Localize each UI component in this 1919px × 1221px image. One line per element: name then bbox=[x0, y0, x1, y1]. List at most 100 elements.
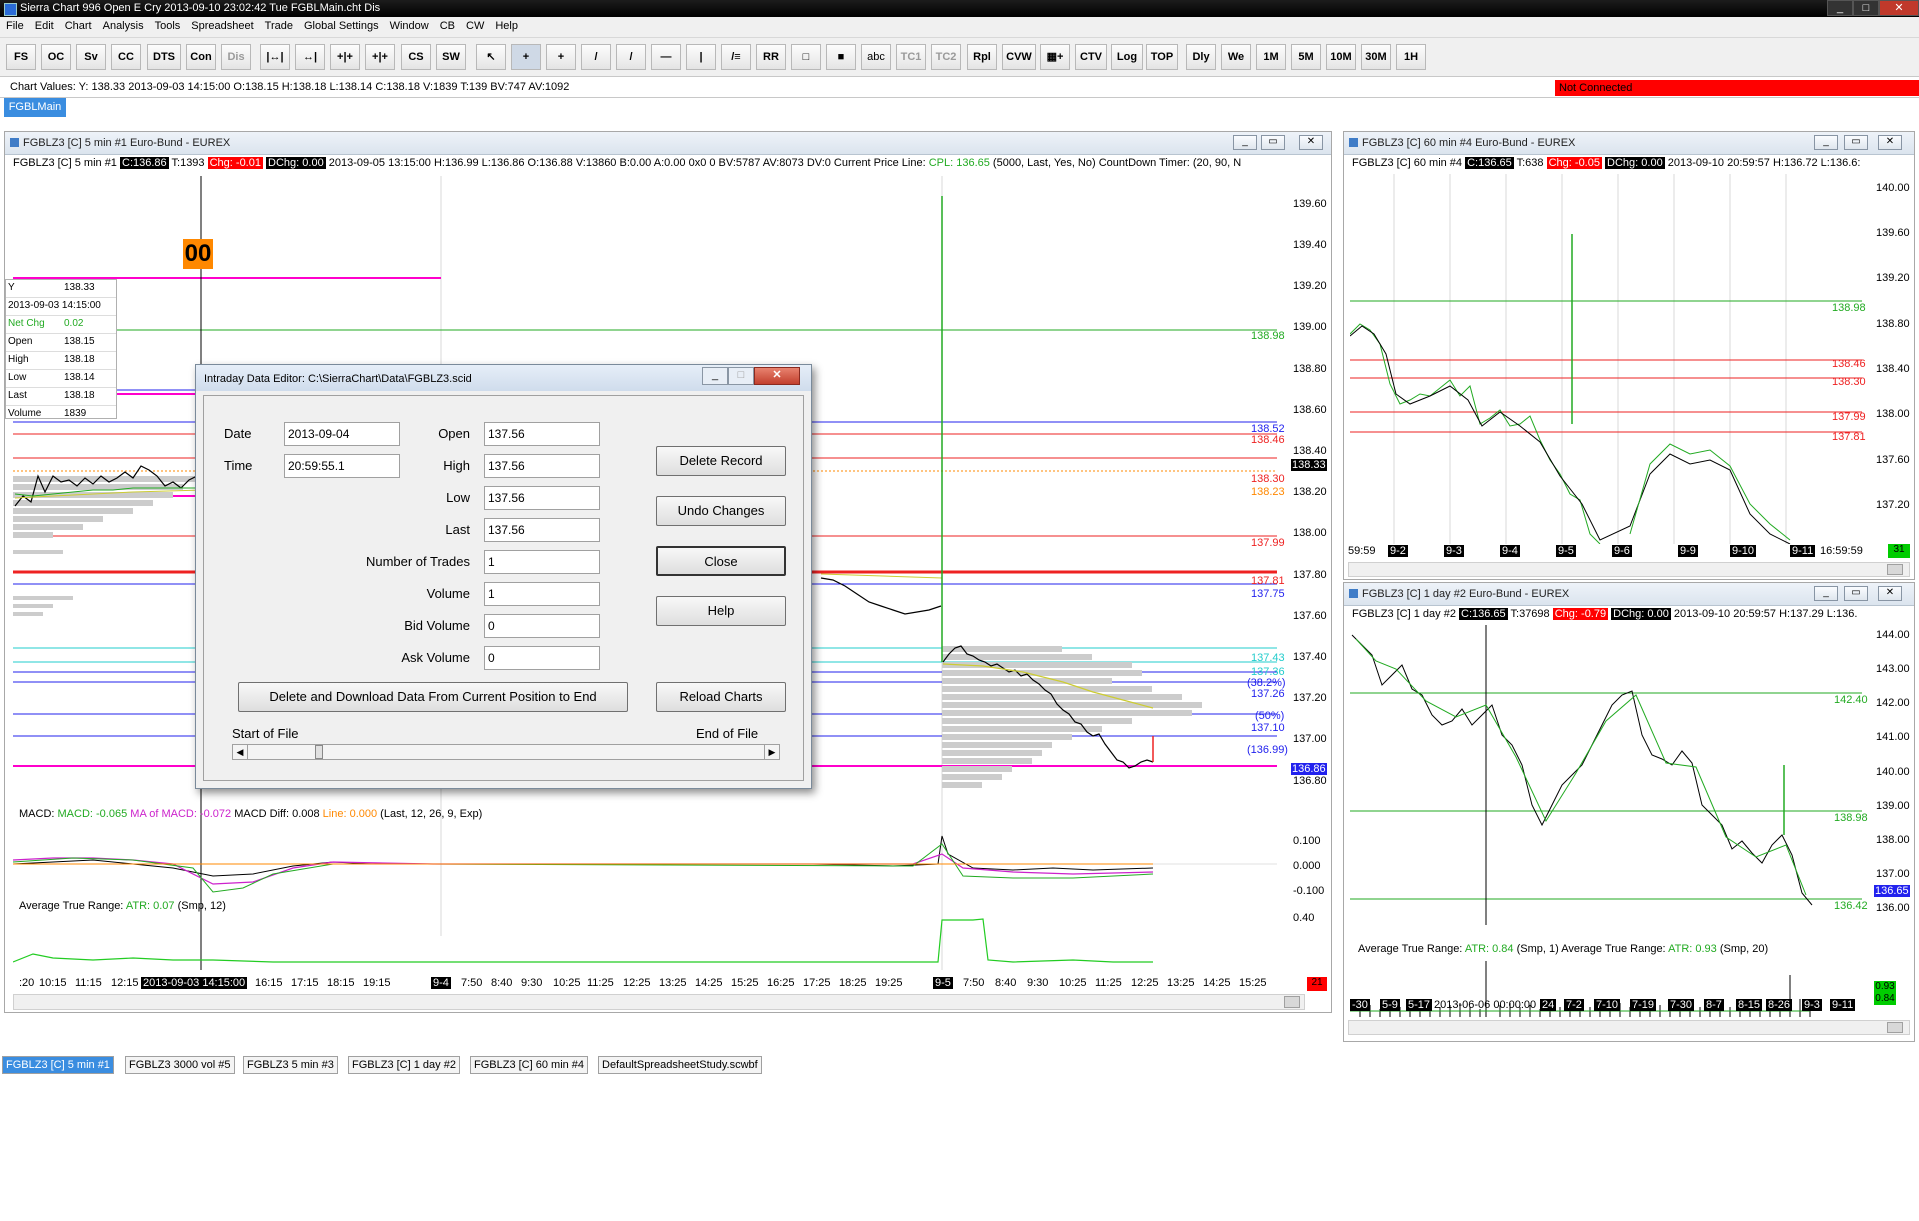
scroll-left-icon[interactable]: ◀ bbox=[233, 745, 248, 759]
ray-tool-icon[interactable]: / bbox=[616, 44, 646, 70]
volume-field[interactable]: 1 bbox=[484, 582, 600, 606]
chartbook-tab[interactable]: FGBLMain bbox=[4, 98, 66, 117]
minimize-icon[interactable]: _ bbox=[1233, 135, 1257, 150]
high-field[interactable]: 137.56 bbox=[484, 454, 600, 478]
trades-field[interactable]: 1 bbox=[484, 550, 600, 574]
30m-button[interactable]: 30M bbox=[1361, 44, 1391, 70]
connection-status[interactable]: Not Connected bbox=[1555, 80, 1919, 96]
tab-5min-1[interactable]: FGBLZ3 [C] 5 min #1 bbox=[2, 1056, 114, 1074]
open-field[interactable]: 137.56 bbox=[484, 422, 600, 446]
decrease-spacing-icon[interactable]: +|+ bbox=[365, 44, 395, 70]
menu-tools[interactable]: Tools bbox=[149, 17, 186, 32]
maximize-button[interactable]: □ bbox=[1853, 0, 1879, 16]
weekly-button[interactable]: We bbox=[1221, 44, 1251, 70]
rectangle-tool-icon[interactable]: □ bbox=[791, 44, 821, 70]
reload-charts-button[interactable]: Reload Charts bbox=[656, 682, 786, 712]
help-button[interactable]: Help bbox=[656, 596, 786, 626]
file-position-slider[interactable]: ◀ ▶ bbox=[232, 744, 780, 760]
daily-button[interactable]: Dly bbox=[1186, 44, 1216, 70]
scroll-thumb[interactable] bbox=[1887, 1022, 1903, 1033]
menu-spreadsheet[interactable]: Spreadsheet bbox=[185, 17, 258, 32]
cs-button[interactable]: CS bbox=[401, 44, 431, 70]
cursor-tool-icon[interactable]: + bbox=[546, 44, 576, 70]
close-button[interactable]: ✕ bbox=[1879, 0, 1919, 16]
close-icon[interactable]: ✕ bbox=[1878, 586, 1902, 601]
delete-record-button[interactable]: Delete Record bbox=[656, 446, 786, 476]
ask-volume-field[interactable]: 0 bbox=[484, 646, 600, 670]
5m-button[interactable]: 5M bbox=[1291, 44, 1321, 70]
price-plot[interactable] bbox=[1350, 174, 1870, 544]
rpl-button[interactable]: Rpl bbox=[967, 44, 997, 70]
tab-3000vol-5[interactable]: FGBLZ3 3000 vol #5 bbox=[125, 1056, 235, 1074]
tab-60min-4[interactable]: FGBLZ3 [C] 60 min #4 bbox=[470, 1056, 589, 1074]
last-field[interactable]: 137.56 bbox=[484, 518, 600, 542]
scroll-right-icon[interactable]: ↔| bbox=[295, 44, 325, 70]
tab-1day-2[interactable]: FGBLZ3 [C] 1 day #2 bbox=[348, 1056, 460, 1074]
1h-button[interactable]: 1H bbox=[1396, 44, 1426, 70]
crosshair-tool-icon[interactable]: + bbox=[511, 44, 541, 70]
low-field[interactable]: 137.56 bbox=[484, 486, 600, 510]
scroll-thumb[interactable] bbox=[1284, 996, 1300, 1008]
dts-button[interactable]: DTS bbox=[147, 44, 181, 70]
dialog-titlebar[interactable]: Intraday Data Editor: C:\SierraChart\Dat… bbox=[196, 365, 811, 391]
horizontal-line-icon[interactable]: — bbox=[651, 44, 681, 70]
10m-button[interactable]: 10M bbox=[1326, 44, 1356, 70]
menu-window[interactable]: Window bbox=[384, 17, 434, 32]
menu-edit[interactable]: Edit bbox=[29, 17, 59, 32]
cc-button[interactable]: CC bbox=[111, 44, 141, 70]
delete-download-button[interactable]: Delete and Download Data From Current Po… bbox=[238, 682, 628, 712]
price-axis[interactable]: 140.00 139.60 139.20 138.80 138.40 138.0… bbox=[1872, 172, 1916, 542]
log-button[interactable]: Log bbox=[1111, 44, 1143, 70]
filled-rectangle-icon[interactable]: ■ bbox=[826, 44, 856, 70]
rr-button[interactable]: RR bbox=[756, 44, 786, 70]
tpo-grid-icon[interactable]: ▦+ bbox=[1040, 44, 1070, 70]
scroll-right-icon[interactable]: ▶ bbox=[764, 745, 779, 759]
atr-plot[interactable] bbox=[13, 914, 1289, 970]
menu-cw[interactable]: CW bbox=[460, 17, 489, 32]
slider-thumb[interactable] bbox=[315, 745, 323, 759]
price-axis[interactable]: 144.00 143.00 142.00 141.00 140.00 139.0… bbox=[1872, 623, 1916, 923]
restore-icon[interactable]: ▭ bbox=[1261, 135, 1285, 150]
pointer-tool-icon[interactable]: ↖ bbox=[476, 44, 506, 70]
menu-help[interactable]: Help bbox=[489, 17, 523, 32]
chart-width-icon[interactable]: |↔| bbox=[260, 44, 290, 70]
fs-button[interactable]: FS bbox=[6, 44, 36, 70]
horizontal-scrollbar[interactable] bbox=[1348, 562, 1910, 577]
horizontal-scrollbar[interactable] bbox=[13, 994, 1305, 1010]
ctv-button[interactable]: CTV bbox=[1075, 44, 1107, 70]
chart-window-1day[interactable]: FGBLZ3 [C] 1 day #2 Euro-Bund - EUREX _ … bbox=[1343, 582, 1915, 1042]
menu-file[interactable]: File bbox=[0, 17, 29, 32]
bid-volume-field[interactable]: 0 bbox=[484, 614, 600, 638]
fibonacci-tool-icon[interactable]: /≡ bbox=[721, 44, 751, 70]
minimize-icon[interactable]: _ bbox=[702, 367, 728, 385]
tc1-button[interactable]: TC1 bbox=[896, 44, 926, 70]
oc-button[interactable]: OC bbox=[41, 44, 71, 70]
menu-cb[interactable]: CB bbox=[434, 17, 460, 32]
tab-5min-3[interactable]: FGBLZ3 5 min #3 bbox=[243, 1056, 338, 1074]
time-axis[interactable]: -30 5-9 5-17 2013-06-06 00:00:00 24 7-2 … bbox=[1350, 999, 1870, 1015]
sv-button[interactable]: Sv bbox=[76, 44, 106, 70]
horizontal-scrollbar[interactable] bbox=[1348, 1020, 1910, 1035]
menu-analysis[interactable]: Analysis bbox=[97, 17, 149, 32]
tab-spreadsheet[interactable]: DefaultSpreadsheetStudy.scwbf bbox=[598, 1056, 762, 1074]
increase-spacing-icon[interactable]: +|+ bbox=[330, 44, 360, 70]
restore-icon[interactable]: ▭ bbox=[1844, 135, 1868, 150]
restore-icon[interactable]: ▭ bbox=[1844, 586, 1868, 601]
1m-button[interactable]: 1M bbox=[1256, 44, 1286, 70]
cvw-button[interactable]: CVW bbox=[1002, 44, 1036, 70]
close-icon[interactable]: ✕ bbox=[1299, 135, 1323, 150]
menu-trade[interactable]: Trade bbox=[259, 17, 298, 32]
tc2-button[interactable]: TC2 bbox=[931, 44, 961, 70]
top-button[interactable]: TOP bbox=[1146, 44, 1178, 70]
intraday-data-editor-dialog[interactable]: Intraday Data Editor: C:\SierraChart\Dat… bbox=[195, 364, 812, 789]
con-button[interactable]: Con bbox=[186, 44, 216, 70]
sw-button[interactable]: SW bbox=[436, 44, 466, 70]
minimize-icon[interactable]: _ bbox=[1814, 135, 1838, 150]
scroll-thumb[interactable] bbox=[1887, 564, 1903, 575]
text-tool-icon[interactable]: abc bbox=[861, 44, 891, 70]
close-icon[interactable]: ✕ bbox=[1878, 135, 1902, 150]
minimize-icon[interactable]: _ bbox=[1814, 586, 1838, 601]
line-tool-icon[interactable]: / bbox=[581, 44, 611, 70]
menu-global-settings[interactable]: Global Settings bbox=[298, 17, 384, 32]
close-icon[interactable]: ✕ bbox=[754, 367, 800, 385]
